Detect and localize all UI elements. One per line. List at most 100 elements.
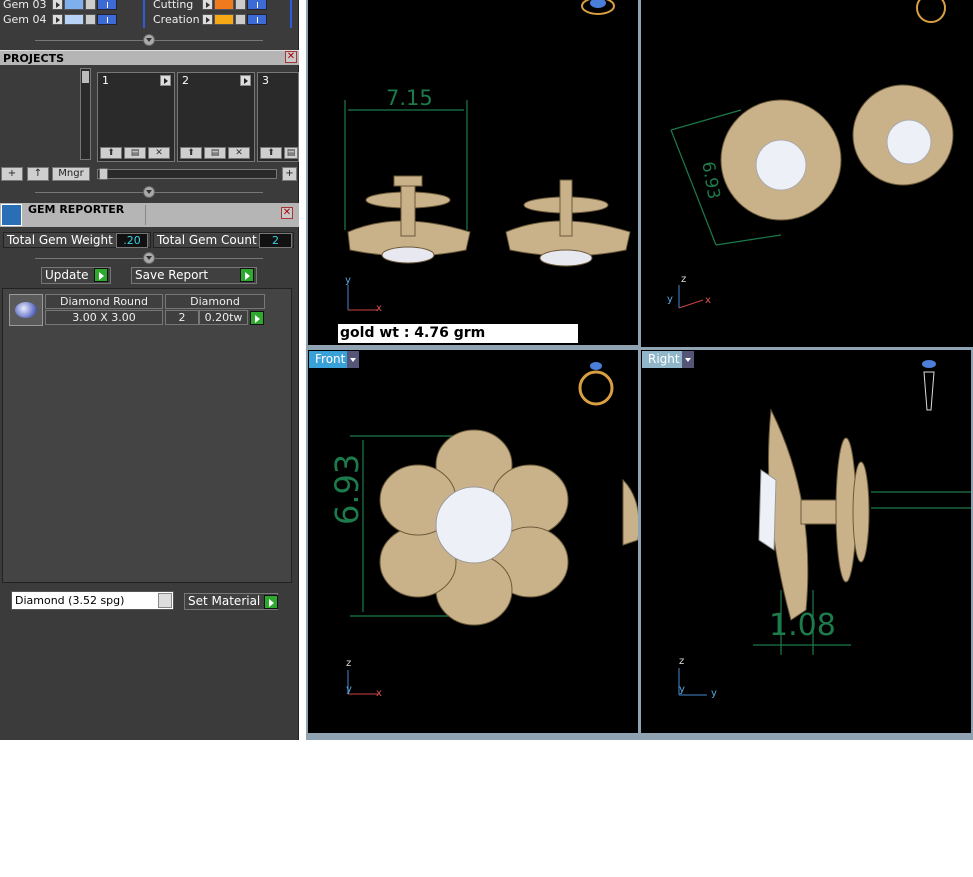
layer-row[interactable]: Gem 04 — [0, 12, 117, 26]
lock-icon[interactable] — [85, 0, 96, 10]
save-report-label: Save Report — [135, 268, 209, 282]
move-up-button[interactable]: ↑ — [27, 167, 49, 181]
chevron-down-icon[interactable] — [347, 351, 360, 368]
total-count-value: 2 — [259, 233, 292, 248]
set-material-go-icon[interactable] — [264, 595, 278, 609]
project-slot-number: 3 — [262, 74, 269, 87]
layer-name: Gem 04 — [3, 12, 47, 26]
material-select[interactable]: Diamond (3.52 spg) — [11, 591, 174, 610]
chevron-down-icon[interactable] — [681, 351, 694, 368]
layer-name: Cutting — [153, 0, 194, 11]
collapse-icon[interactable] — [143, 252, 155, 264]
right-view[interactable]: Right 1.08 z y y — [641, 350, 971, 733]
app-window: Gem 03 Gem 04 Cutting Creation PROJECTS … — [0, 0, 973, 740]
side-earring-model — [758, 408, 870, 621]
collapse-icon[interactable] — [143, 34, 155, 46]
upload-icon[interactable]: ⬆ — [260, 147, 282, 159]
save-report-go-icon[interactable] — [240, 268, 254, 282]
add-button[interactable]: + — [282, 167, 297, 181]
lock-icon[interactable] — [235, 13, 246, 25]
axis-z-label: z — [681, 274, 687, 285]
save-report-button[interactable]: Save Report — [131, 267, 257, 284]
visibility-icon[interactable] — [97, 13, 117, 25]
perspective-view-scene — [670, 0, 954, 309]
layer-row[interactable]: Creation — [150, 12, 267, 26]
play-arrow-icon[interactable] — [52, 0, 63, 10]
play-arrow-icon[interactable] — [52, 13, 63, 25]
update-go-icon[interactable] — [94, 268, 108, 282]
upload-icon[interactable]: ⬆ — [180, 147, 202, 159]
axis-y-label: y — [711, 688, 717, 699]
layer-name: Creation — [153, 12, 200, 26]
play-icon[interactable] — [160, 75, 171, 86]
axis-z-label: z — [346, 658, 352, 669]
project-slot[interactable]: 1 ⬆ ▤ ✕ — [97, 72, 175, 162]
scroll-thumb[interactable] — [82, 71, 89, 83]
layer-row[interactable]: Cutting — [150, 0, 267, 11]
project-slot[interactable]: 2 ⬆ ▤ ✕ — [177, 72, 255, 162]
dimension-label: 6.93 — [328, 453, 366, 525]
front-view[interactable]: Front 6.93 z y x — [308, 350, 638, 733]
flower-earring-model — [720, 84, 954, 221]
save-icon[interactable]: ▤ — [204, 147, 226, 159]
gem-count-cell[interactable]: 2 — [165, 310, 199, 325]
close-icon[interactable]: ✕ — [281, 207, 293, 219]
ring-icon — [581, 0, 615, 15]
lock-icon[interactable] — [235, 0, 246, 10]
gem-thumbnail[interactable] — [9, 294, 43, 326]
visibility-icon[interactable] — [247, 13, 267, 25]
upload-icon[interactable]: ⬆ — [100, 147, 122, 159]
play-arrow-icon[interactable] — [202, 13, 213, 25]
layer-color-swatch[interactable] — [64, 13, 84, 25]
total-weight-value: .20 — [116, 233, 148, 248]
zoom-slider[interactable] — [97, 168, 277, 180]
play-arrow-icon[interactable] — [202, 0, 213, 10]
flower-earring-model — [379, 429, 638, 626]
save-icon[interactable]: ▤ — [124, 147, 146, 159]
lock-icon[interactable] — [85, 13, 96, 25]
gem-shape-cell[interactable]: Diamond Round — [45, 294, 163, 309]
gem-size-cell[interactable]: 3.00 X 3.00 — [45, 310, 163, 325]
layer-row[interactable]: Gem 03 — [0, 0, 117, 11]
gem-reporter-header: GEM REPORTER — [0, 203, 299, 227]
viewport-area: 7.15 y x gold wt : 4.76 grm 6.93 z y x F… — [306, 0, 973, 740]
top-view[interactable]: 7.15 y x gold wt : 4.76 grm — [308, 0, 638, 345]
divider — [143, 0, 145, 28]
ring-icon — [578, 362, 614, 406]
collapse-icon[interactable] — [143, 186, 155, 198]
gem-material-cell[interactable]: Diamond — [165, 294, 265, 309]
project-slot[interactable]: 3 ⬆ ▤ — [257, 72, 299, 162]
manager-button[interactable]: Mngr — [52, 167, 90, 181]
layer-color-swatch[interactable] — [64, 0, 84, 10]
right-view-scene — [678, 360, 971, 696]
axis-x-label: x — [376, 303, 382, 314]
gem-weight-cell[interactable]: 0.20tw — [199, 310, 248, 325]
front-view-label[interactable]: Front — [309, 351, 360, 368]
visibility-icon[interactable] — [247, 0, 267, 10]
gem-reporter-icon — [1, 204, 22, 226]
ring-icon — [916, 0, 946, 23]
play-icon[interactable] — [240, 75, 251, 86]
set-material-label: Set Material — [188, 594, 261, 608]
layer-color-swatch[interactable] — [214, 0, 234, 10]
delete-icon[interactable]: ✕ — [148, 147, 170, 159]
material-select-value: Diamond (3.52 spg) — [15, 594, 125, 607]
delete-icon[interactable]: ✕ — [228, 147, 250, 159]
layer-color-swatch[interactable] — [214, 13, 234, 25]
right-view-label[interactable]: Right — [642, 351, 694, 368]
divider — [145, 205, 146, 225]
view-label-text: Front — [315, 352, 346, 366]
slider-handle[interactable] — [99, 168, 108, 180]
close-icon[interactable]: ✕ — [285, 51, 297, 63]
gem-row-go-icon[interactable] — [250, 311, 264, 325]
axis-x-label: x — [705, 295, 711, 306]
update-button-label: Update — [45, 268, 89, 282]
top-view-scene — [344, 0, 631, 311]
earring-side-profile — [347, 175, 631, 267]
visibility-icon[interactable] — [97, 0, 117, 10]
perspective-view[interactable]: 6.93 z y x — [641, 0, 973, 347]
save-icon[interactable]: ▤ — [284, 147, 298, 159]
chevron-down-icon[interactable] — [158, 593, 172, 608]
projects-scrollbar[interactable] — [80, 68, 91, 160]
add-project-button[interactable]: + — [1, 167, 23, 181]
